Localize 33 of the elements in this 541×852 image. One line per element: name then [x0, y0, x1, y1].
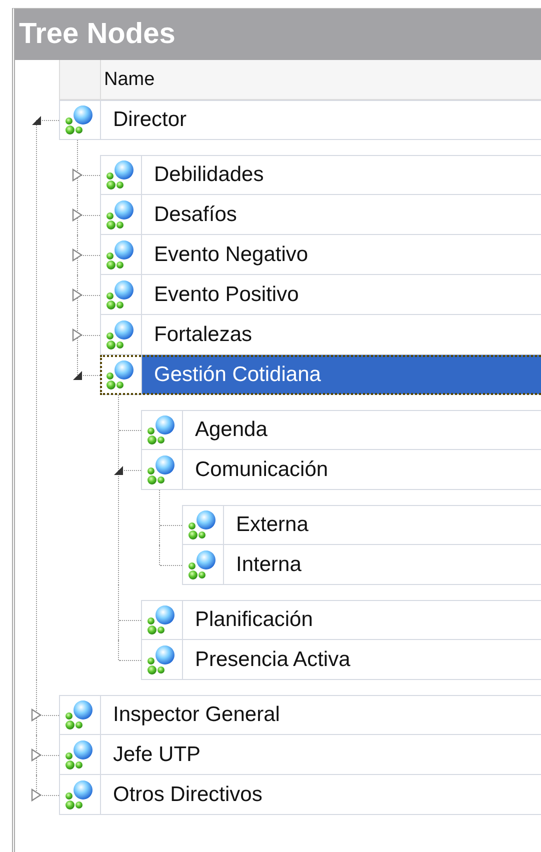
tree-row[interactable]: Desafíos [100, 195, 541, 235]
tree-row[interactable]: Evento Negativo [100, 235, 541, 275]
tree-row[interactable]: Jefe UTP [59, 735, 541, 775]
tree-row[interactable]: Evento Positivo [100, 275, 541, 315]
tree-row[interactable]: Interna [182, 545, 541, 585]
tree-row[interactable]: Planificación [141, 600, 541, 640]
tree-row[interactable]: Debilidades [100, 155, 541, 195]
column-header[interactable]: Name [101, 60, 541, 100]
node-label: Presencia Activa [195, 648, 350, 672]
node-label: Jefe UTP [113, 742, 201, 766]
header-corner [59, 60, 101, 100]
tree-row[interactable]: Presencia Activa [141, 640, 541, 680]
node-label: Debilidades [154, 163, 264, 187]
tree-row[interactable]: Comunicación [141, 450, 541, 490]
tree-row[interactable]: Externa [182, 505, 541, 545]
panel-title: Tree Nodes [15, 9, 541, 60]
node-label: Fortalezas [154, 322, 252, 346]
node-label: Externa [236, 513, 308, 537]
node-label: Evento Positivo [154, 282, 299, 306]
node-label: Evento Negativo [154, 242, 308, 266]
node-label: Otros Directivos [113, 782, 262, 806]
tree-row[interactable]: Director [59, 100, 541, 140]
node-label: Director [113, 108, 187, 132]
tree-row[interactable]: Inspector General [59, 695, 541, 735]
node-label: Gestión Cotidiana [154, 362, 321, 386]
node-label: Interna [236, 552, 302, 576]
node-label: Comunicación [195, 458, 328, 482]
node-label: Agenda [195, 418, 268, 442]
node-label: Desafíos [154, 202, 237, 226]
node-label: Planificación [195, 608, 313, 632]
tree-row[interactable]: Otros Directivos [59, 775, 541, 815]
tree-row[interactable]: Agenda [141, 410, 541, 450]
node-label: Inspector General [113, 703, 280, 727]
